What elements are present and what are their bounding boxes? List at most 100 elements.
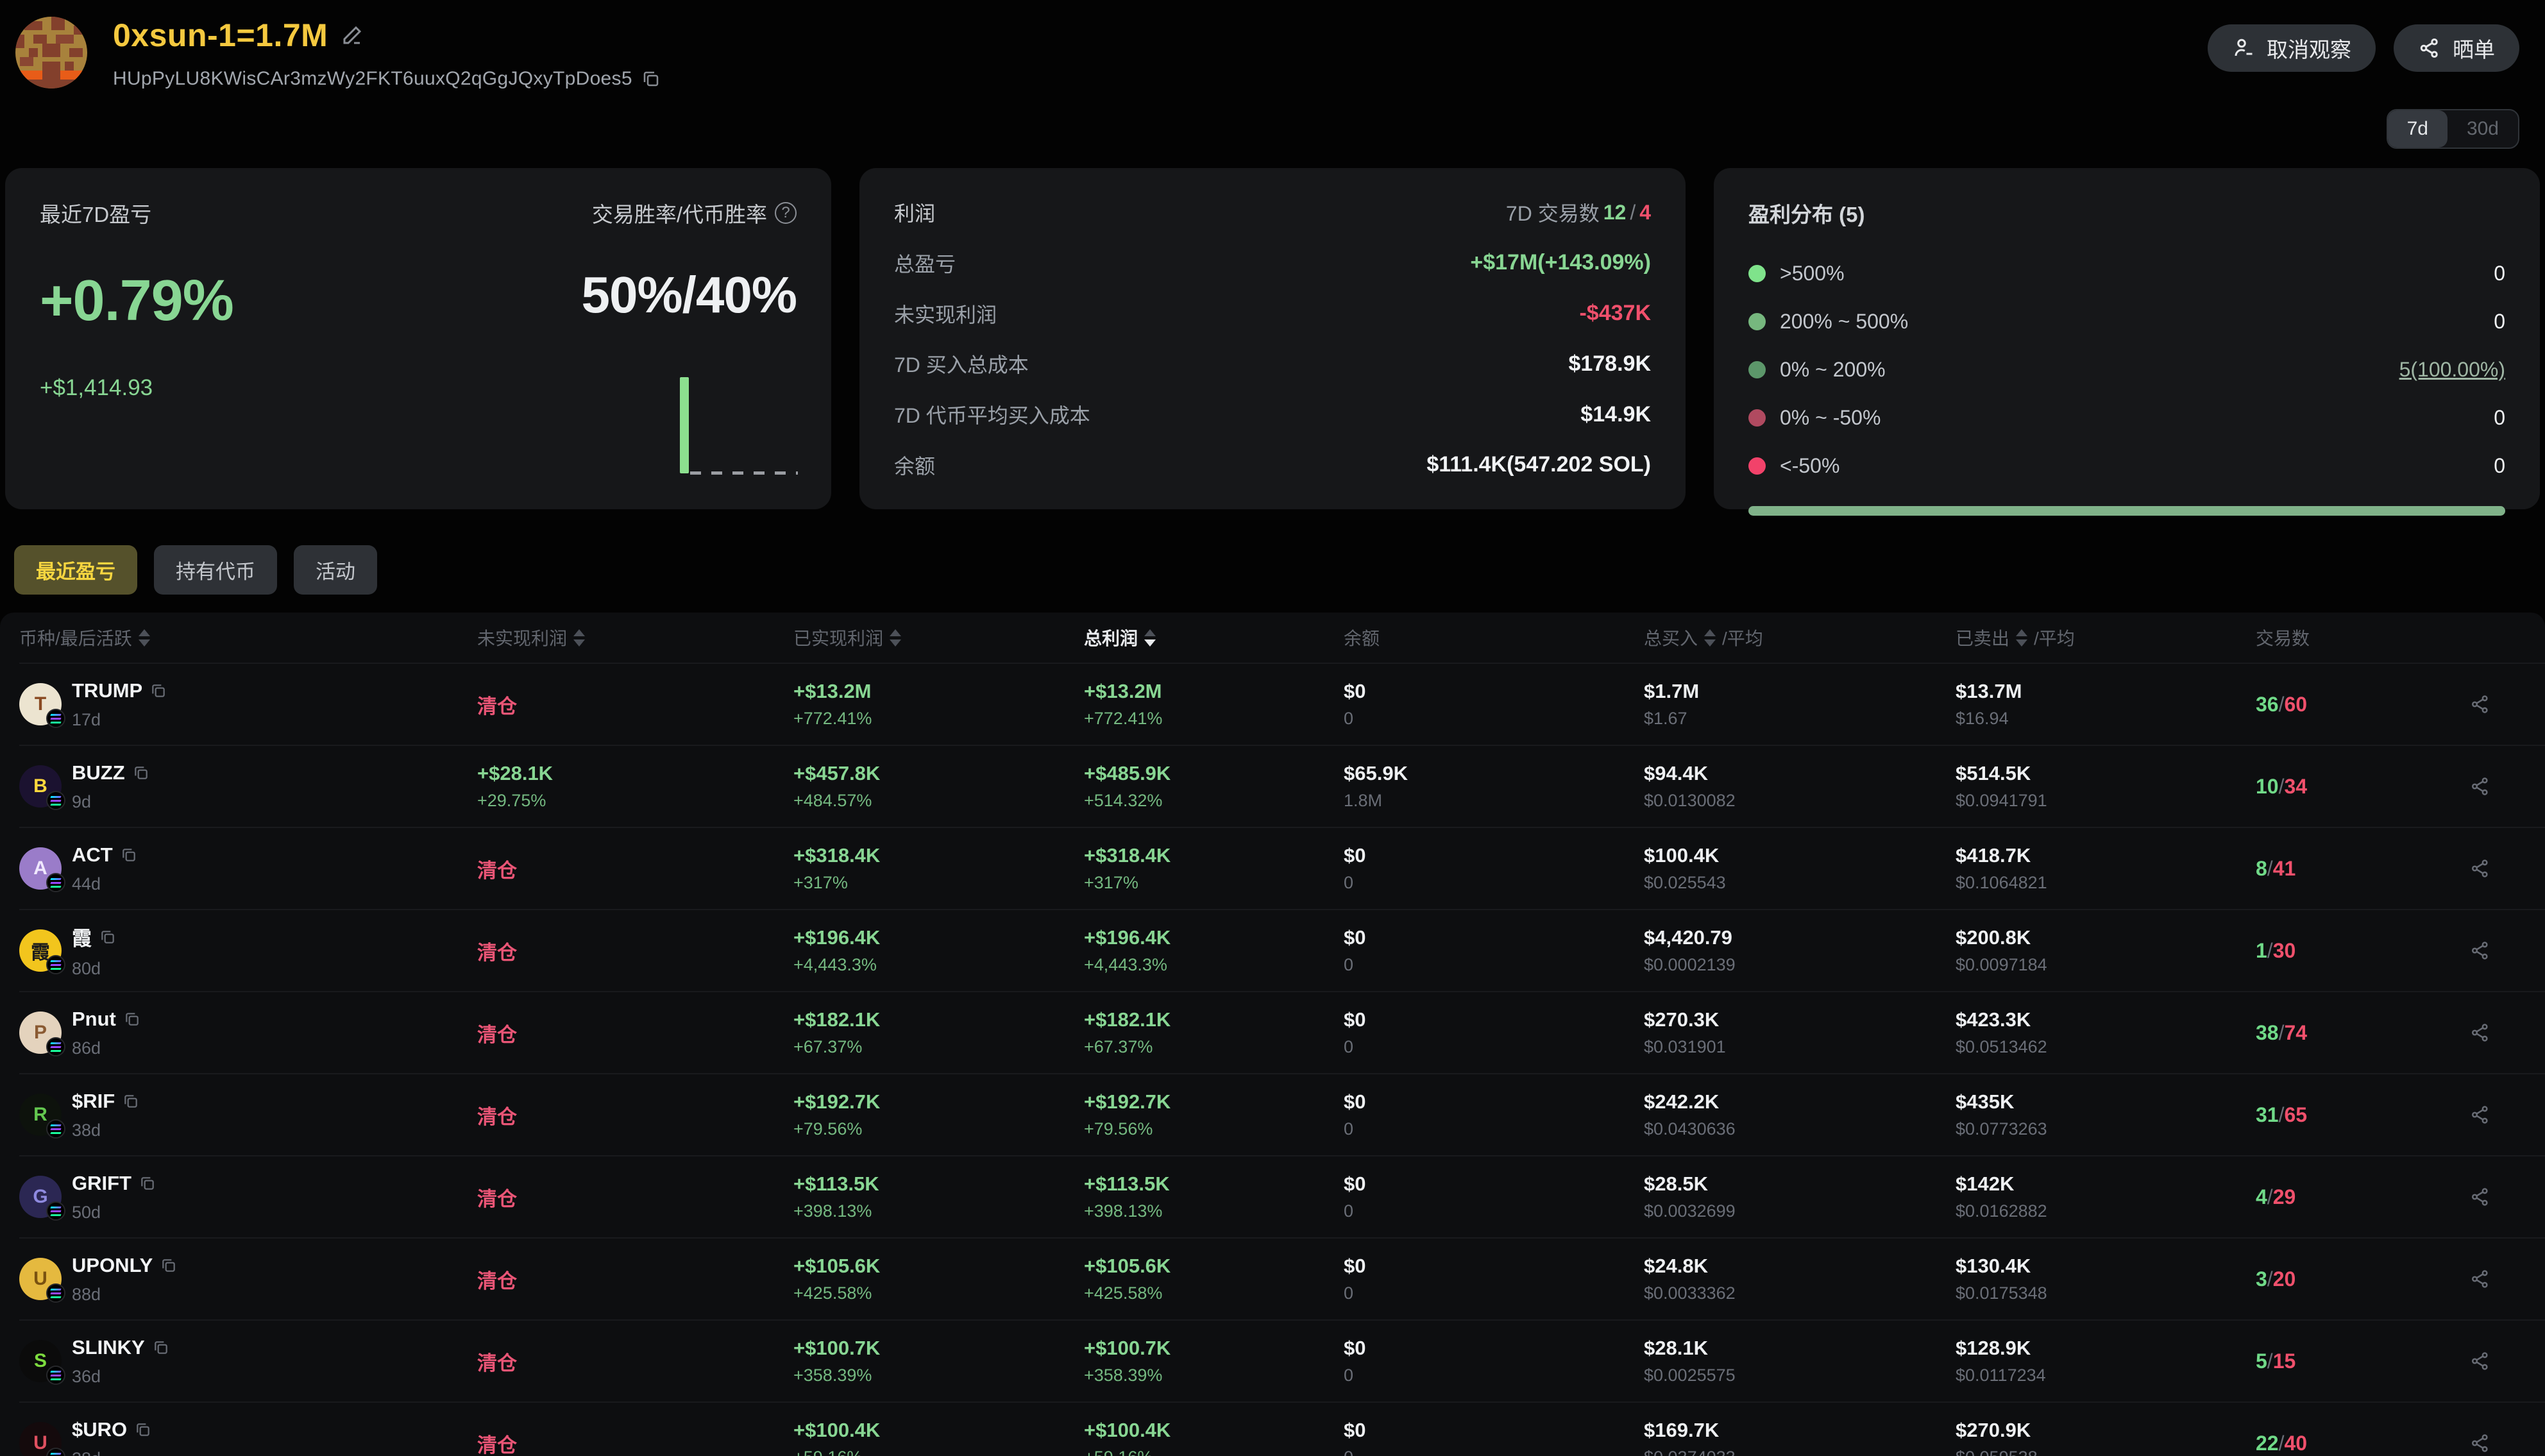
token-icon: R (19, 1094, 62, 1136)
edit-title-icon[interactable] (341, 24, 364, 47)
bought-cell: $1.7M $1.67 (1644, 681, 1956, 727)
row-share-icon[interactable] (2469, 1022, 2491, 1044)
copy-token-icon[interactable] (135, 1421, 151, 1438)
tab-recent-pnl[interactable]: 最近盈亏 (14, 545, 137, 595)
copy-token-icon[interactable] (123, 1093, 139, 1110)
table-row[interactable]: U UPONLY 88d 清仓 +$105.6K +425.58% +$105.… (19, 1237, 2545, 1319)
txns-cell: 36/60 (2256, 693, 2444, 716)
realized-cell: +$182.1K +67.37% (793, 1010, 1084, 1056)
pnl-card: 最近7D盈亏 交易胜率/代币胜率 ? +0.79% 50%/40% +$1,41… (5, 168, 831, 509)
token-name[interactable]: 霞 (72, 922, 92, 951)
cleared-badge: 清仓 (477, 1188, 517, 1210)
distribution-bar (1748, 506, 2505, 516)
token-last-active: 44d (72, 874, 137, 894)
col-bought[interactable]: 总买入/平均 (1644, 625, 1956, 650)
table-row[interactable]: R $RIF 38d 清仓 +$192.7K +79.56% +$192.7K … (19, 1073, 2545, 1155)
solana-chain-badge (46, 955, 65, 974)
legend-value[interactable]: 5(100.00%) (2399, 358, 2505, 382)
solana-chain-badge (46, 1366, 65, 1385)
row-share-icon[interactable] (2469, 1104, 2491, 1126)
row-share-icon[interactable] (2469, 775, 2491, 797)
token-name[interactable]: $RIF (72, 1090, 115, 1113)
copy-address-icon[interactable] (641, 69, 661, 89)
sold-cell: $423.3K $0.0513462 (1956, 1010, 2256, 1056)
share-trade-button[interactable]: 晒单 (2394, 24, 2519, 72)
sold-cell: $130.4K $0.0175348 (1956, 1256, 2256, 1302)
total-profit-cell: +$13.2M +772.41% (1084, 681, 1344, 727)
table-row[interactable]: B BUZZ 9d +$28.1K+29.75% +$457.8K +484.5… (19, 745, 2545, 827)
winrate-value: 50%/40% (582, 266, 797, 325)
tab-holdings[interactable]: 持有代币 (154, 545, 277, 595)
balance-cell: $0 0 (1344, 1174, 1644, 1220)
col-unrealized[interactable]: 未实现利润 (477, 625, 793, 650)
table-row[interactable]: A ACT 44d 清仓 +$318.4K +317% +$318.4K +31… (19, 827, 2545, 909)
cleared-badge: 清仓 (477, 695, 517, 718)
table-row[interactable]: S SLINKY 36d 清仓 +$100.7K +358.39% +$100.… (19, 1319, 2545, 1401)
header: 0xsun-1=1.7M HUpPyLU8KWisCAr3mzWy2FKT6uu… (0, 0, 2545, 149)
table-row[interactable]: T TRUMP 17d 清仓 +$13.2M +772.41% +$13.2M … (19, 663, 2545, 745)
table-row[interactable]: 霞 霞 80d 清仓 +$196.4K +4,443.3% +$196.4K +… (19, 909, 2545, 991)
wallet-title: 0xsun-1=1.7M (113, 17, 328, 54)
token-name[interactable]: ACT (72, 843, 113, 867)
unrealized-label: 未实现利润 (894, 299, 997, 328)
table-row[interactable]: P Pnut 86d 清仓 +$182.1K +67.37% +$182.1K … (19, 991, 2545, 1073)
token-name[interactable]: Pnut (72, 1008, 116, 1031)
token-icon: S (19, 1340, 62, 1382)
copy-token-icon[interactable] (99, 929, 116, 945)
copy-token-icon[interactable] (124, 1011, 140, 1028)
token-name[interactable]: TRUMP (72, 679, 142, 702)
token-cell: U UPONLY 88d (19, 1254, 477, 1305)
row-share-icon[interactable] (2469, 1186, 2491, 1208)
unwatch-button[interactable]: 取消观察 (2208, 24, 2376, 72)
token-icon: A (19, 847, 62, 890)
token-cell: T TRUMP 17d (19, 679, 477, 730)
token-name[interactable]: GRIFT (72, 1172, 131, 1195)
legend-dot (1748, 409, 1766, 427)
sold-cell: $270.9K $0.059538 (1956, 1420, 2256, 1456)
unwatch-label: 取消观察 (2267, 33, 2351, 63)
col-sold[interactable]: 已卖出/平均 (1956, 625, 2256, 650)
winrate-label: 交易胜率/代币胜率 ? (592, 198, 797, 228)
row-share-icon[interactable] (2469, 940, 2491, 961)
copy-token-icon[interactable] (133, 765, 149, 781)
row-share-icon[interactable] (2469, 1350, 2491, 1372)
winrate-help-icon[interactable]: ? (775, 202, 797, 224)
copy-token-icon[interactable] (153, 1339, 169, 1356)
copy-token-icon[interactable] (160, 1257, 177, 1274)
token-name[interactable]: SLINKY (72, 1336, 145, 1359)
token-name[interactable]: UPONLY (72, 1254, 153, 1277)
wallet-dashboard: 0xsun-1=1.7M HUpPyLU8KWisCAr3mzWy2FKT6uu… (0, 0, 2545, 1456)
col-realized[interactable]: 已实现利润 (793, 625, 1084, 650)
range-30d[interactable]: 30d (2448, 110, 2518, 148)
sort-icon (1704, 629, 1716, 647)
token-last-active: 86d (72, 1038, 140, 1058)
table-row[interactable]: U $URO 38d 清仓 +$100.4K +59.16% +$100.4K … (19, 1401, 2545, 1456)
sort-icon (2016, 629, 2027, 647)
sparkline-baseline (690, 471, 798, 475)
bought-cell: $94.4K $0.0130082 (1644, 763, 1956, 809)
token-name[interactable]: BUZZ (72, 761, 125, 784)
tab-activity[interactable]: 活动 (294, 545, 377, 595)
row-share-icon[interactable] (2469, 858, 2491, 879)
copy-token-icon[interactable] (150, 682, 167, 699)
token-cell: B BUZZ 9d (19, 761, 477, 812)
token-icon: B (19, 765, 62, 808)
txns-cell: 5/15 (2256, 1350, 2444, 1373)
col-token[interactable]: 币种/最后活跃 (19, 625, 477, 650)
copy-token-icon[interactable] (121, 847, 137, 863)
row-share-icon[interactable] (2469, 1268, 2491, 1290)
balance-cell: $0 0 (1344, 1338, 1644, 1384)
unrealized-cell: 清仓 (477, 690, 793, 719)
buy-cost-value: $178.9K (1568, 351, 1651, 377)
token-name[interactable]: $URO (72, 1418, 127, 1441)
col-total-profit[interactable]: 总利润 (1084, 625, 1344, 650)
balance-value: $111.4K(547.202 SOL) (1426, 452, 1651, 477)
row-share-icon[interactable] (2469, 1432, 2491, 1454)
table-row[interactable]: G GRIFT 50d 清仓 +$113.5K +398.13% +$113.5… (19, 1155, 2545, 1237)
avg-cost-value: $14.9K (1580, 402, 1651, 427)
row-share-icon[interactable] (2469, 693, 2491, 715)
total-profit-cell: +$196.4K +4,443.3% (1084, 927, 1344, 974)
total-profit-cell: +$192.7K +79.56% (1084, 1092, 1344, 1138)
copy-token-icon[interactable] (139, 1175, 156, 1192)
range-7d[interactable]: 7d (2388, 110, 2448, 148)
